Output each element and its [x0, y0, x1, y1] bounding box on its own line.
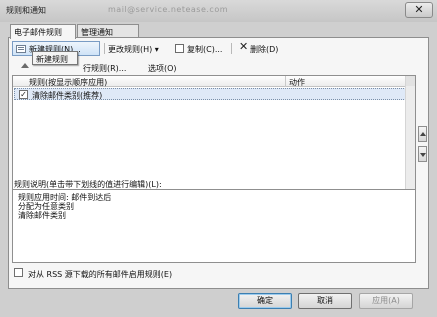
ok-button[interactable]: 确定	[238, 293, 292, 309]
copy-icon	[175, 44, 184, 53]
apply-button[interactable]: 应用(A)	[359, 293, 413, 309]
title-bar: 规则和通知 mail@service.netease.com ✕	[0, 0, 437, 22]
move-rule-up-button[interactable]	[418, 126, 427, 142]
column-header-action[interactable]: 动作	[289, 77, 305, 88]
new-rule-tooltip: 新建规则	[32, 51, 78, 65]
rss-rules-checkbox[interactable]	[14, 268, 23, 277]
tab-email-rules[interactable]: 电子邮件规则	[10, 24, 76, 39]
rule-enabled-checkbox[interactable]: ✓	[19, 90, 28, 99]
close-button[interactable]: ✕	[405, 2, 433, 18]
move-up-icon[interactable]	[21, 63, 29, 68]
rule-name: 清除邮件类别(推荐)	[32, 91, 103, 100]
rule-description-box[interactable]: 规则应用时间: 邮件到达后 分配为任意类别 清除邮件类别	[12, 189, 416, 263]
rule-row[interactable]: ✓ 清除邮件类别(推荐) ✲	[14, 88, 414, 100]
account-email: mail@service.netease.com	[108, 5, 229, 14]
description-line: 分配为任意类别	[18, 202, 74, 211]
change-rule-button[interactable]: 更改规则(H) ▾	[108, 41, 159, 56]
cancel-button[interactable]: 取消	[298, 293, 352, 309]
rules-list-header: 规则(按显示顺序应用) 动作	[13, 76, 415, 87]
delete-label: 删除(D)	[250, 45, 279, 54]
scroll-up-button[interactable]	[406, 76, 415, 86]
column-divider	[285, 76, 286, 87]
arrow-up-icon	[420, 132, 426, 136]
arrow-down-icon	[420, 153, 426, 157]
copy-label: 复制(C)...	[187, 45, 223, 54]
move-rule-down-button[interactable]	[418, 146, 427, 162]
description-line: 规则应用时间: 邮件到达后	[18, 193, 112, 202]
options-button[interactable]: 选项(O)	[148, 63, 177, 74]
delete-rule-button[interactable]: ✕ 删除(D)	[239, 41, 278, 56]
rules-panel: 新建规则(N)... 更改规则(H) ▾ 复制(C)... ✕ 删除(D) 行规…	[8, 37, 429, 289]
delete-icon: ✕	[239, 40, 249, 53]
toolbar-divider	[104, 43, 105, 54]
column-header-rule[interactable]: 规则(按显示顺序应用)	[29, 77, 107, 88]
window-title: 规则和通知	[6, 6, 46, 15]
new-rule-icon	[16, 45, 26, 53]
tab-manage-alerts[interactable]: 管理通知	[77, 24, 139, 38]
rss-rules-label[interactable]: 对从 RSS 源下载的所有邮件启用规则(E)	[28, 269, 172, 280]
run-rules-button[interactable]: 行规则(R)...	[83, 63, 126, 74]
change-rule-label: 更改规则(H) ▾	[108, 45, 159, 54]
toolbar-divider	[231, 43, 232, 54]
close-icon: ✕	[414, 3, 424, 16]
description-line: 清除邮件类别	[18, 211, 66, 220]
copy-rule-button[interactable]: 复制(C)...	[175, 41, 222, 56]
